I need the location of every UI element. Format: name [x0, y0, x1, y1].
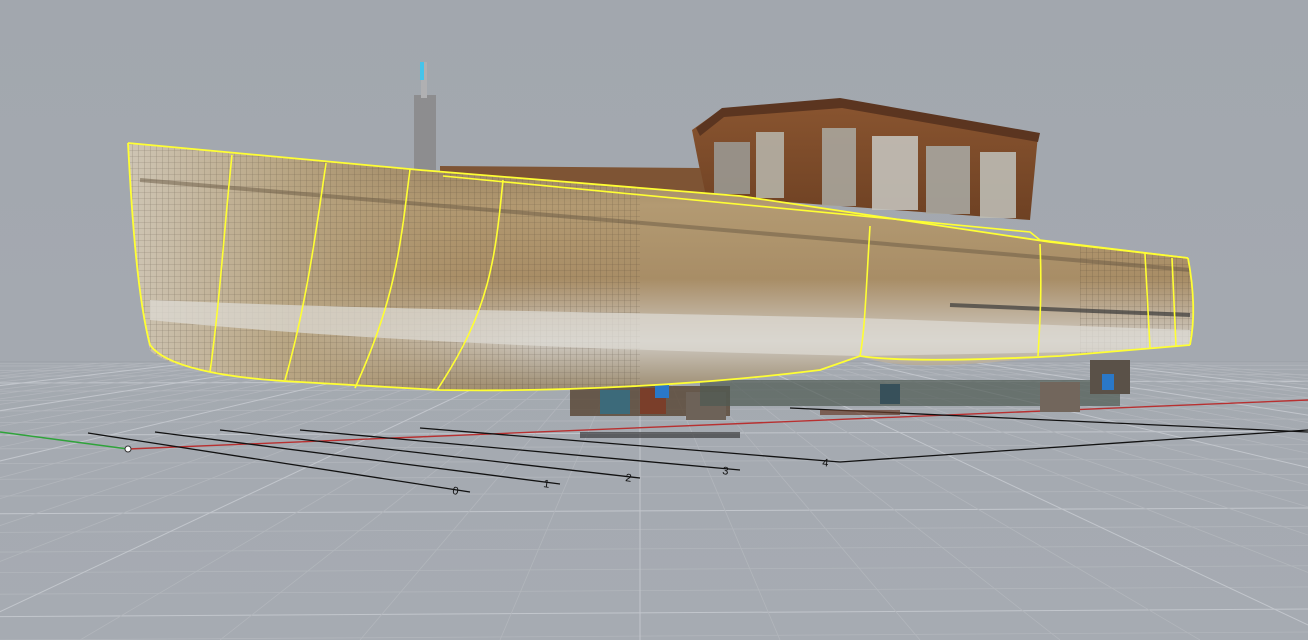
origin-marker[interactable] — [124, 445, 132, 453]
section-label: 4 — [822, 457, 829, 470]
viewport-canvas[interactable]: 0 1 2 3 4 — [0, 0, 1308, 640]
3d-viewport[interactable]: 0 1 2 3 4 — [0, 0, 1308, 640]
